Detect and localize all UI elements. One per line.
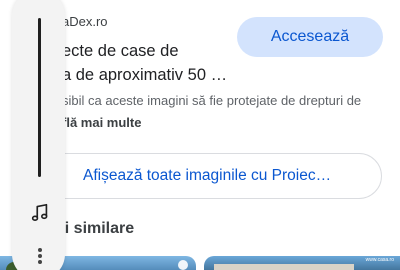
copyright-notice: sibil ca aceste imagini să fie protejate… [62,93,362,108]
result-title-line-1: ecte de case de [62,42,179,60]
similar-image-thumbnail[interactable]: www.casa.ro [204,256,400,270]
show-all-images-button[interactable]: Afișează toate imaginile cu Proiec… [30,153,382,199]
visit-button[interactable]: Accesează [237,17,383,57]
result-title-line-2: a de aproximativ 50 … [62,66,228,84]
thumbnail-roof [214,264,354,270]
image-details-page: aDex.ro ecte de case de a de aproximativ… [0,0,400,270]
thumbnail-badge [178,260,188,270]
music-note-icon[interactable] [29,202,51,224]
result-title[interactable]: ecte de case de a de aproximativ 50 … [62,39,237,87]
source-site[interactable]: aDex.ro [62,14,108,29]
more-vert-icon[interactable] [36,248,44,264]
learn-more-link[interactable]: flă mai multe [62,115,141,130]
thumbnail-watermark: www.casa.ro [365,257,394,263]
similar-images-heading: ni similare [55,220,135,237]
volume-side-panel [12,0,65,270]
volume-slider[interactable] [38,18,41,177]
